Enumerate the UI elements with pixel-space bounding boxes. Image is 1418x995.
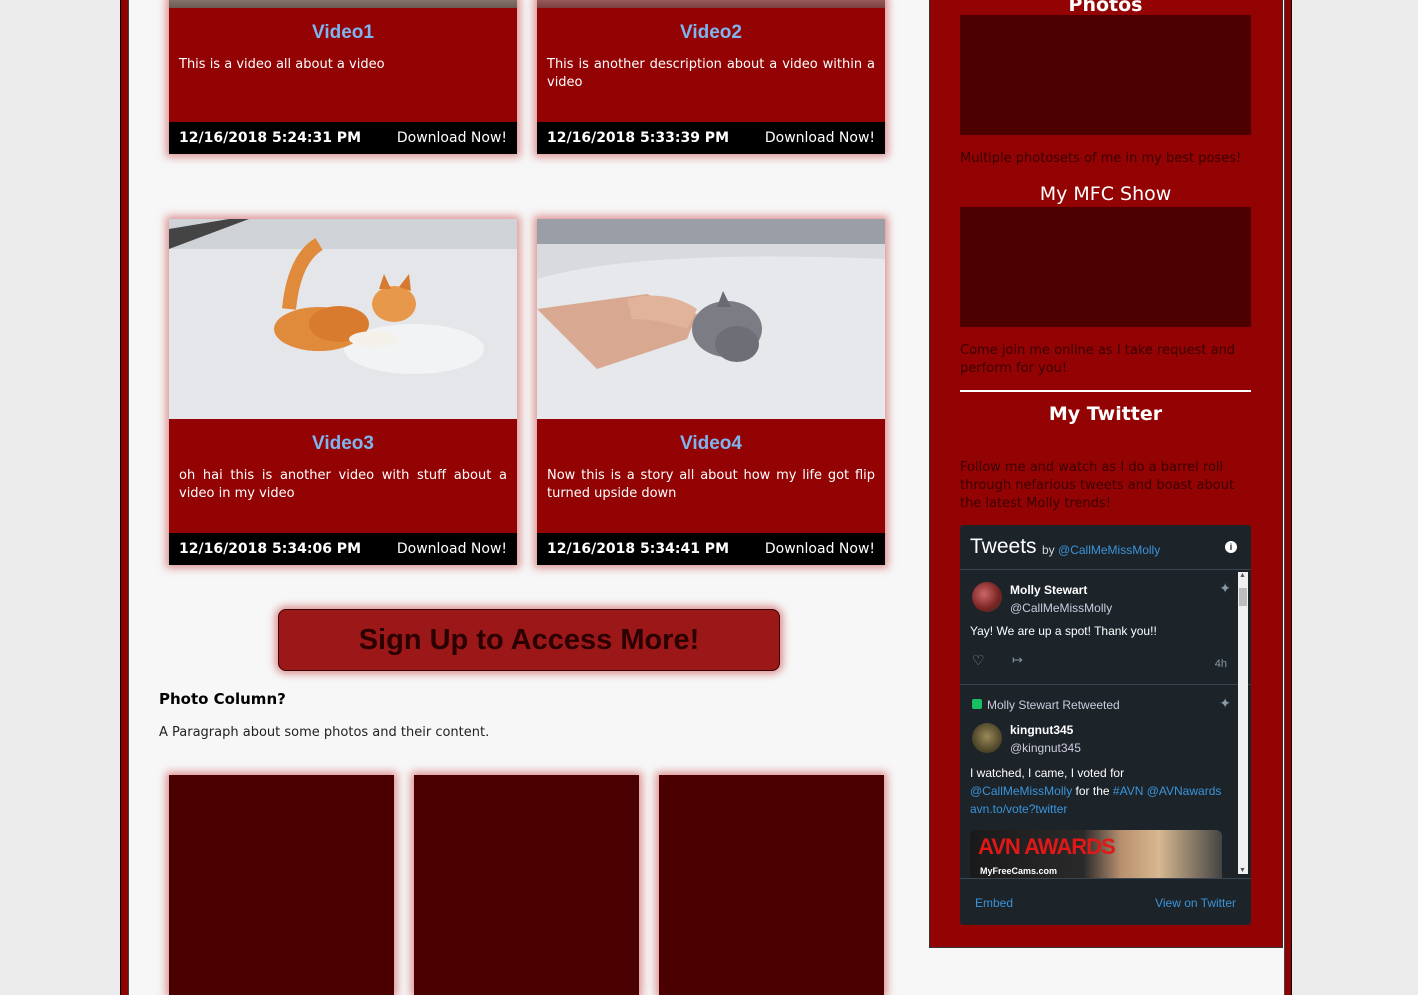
- video-description: This is a video all about a video: [179, 57, 385, 72]
- photo-section-heading: Photo Column?: [159, 690, 286, 708]
- twitter-bird-icon[interactable]: ✦: [1219, 695, 1231, 712]
- cat-in-snow-image: [169, 219, 517, 419]
- mention-link[interactable]: @CallMeMissMolly: [970, 784, 1072, 798]
- timeline-scrollbar[interactable]: ▲ ▼: [1238, 572, 1248, 874]
- download-link[interactable]: Download Now!: [765, 541, 875, 557]
- photo-thumbnail[interactable]: [659, 775, 884, 995]
- embed-link[interactable]: Embed: [975, 896, 1013, 910]
- video-card: Video4 Now this is a story all about how…: [537, 219, 885, 565]
- by-label: by: [1042, 543, 1055, 557]
- mfc-show-preview[interactable]: [960, 207, 1251, 327]
- video-card: Video1 This is a video all about a video…: [169, 0, 517, 154]
- photo-thumbnail[interactable]: [414, 775, 639, 995]
- tweet-media-image[interactable]: AVN AWARDS MyFreeCams.com: [970, 830, 1222, 878]
- download-link[interactable]: Download Now!: [397, 130, 507, 146]
- share-icon[interactable]: ↦: [1012, 652, 1023, 668]
- video-description: This is another description about a vide…: [547, 57, 875, 90]
- tweet-author-name[interactable]: kingnut345: [1010, 723, 1081, 737]
- media-sub-text: MyFreeCams.com: [980, 866, 1058, 876]
- video-thumbnail[interactable]: [537, 0, 885, 8]
- info-icon[interactable]: i: [1225, 541, 1237, 553]
- tweet-author-name[interactable]: Molly Stewart: [1010, 583, 1112, 597]
- hashtag-link[interactable]: #AVN: [1113, 784, 1143, 798]
- tweet-time[interactable]: 4h: [1215, 658, 1227, 670]
- tweet[interactable]: Molly Stewart Retweeted ✦ kingnut345 @ki…: [960, 685, 1251, 878]
- video-card: Video3 oh hai this is another video with…: [169, 219, 517, 565]
- retweet-icon: [972, 699, 982, 709]
- video-date: 12/16/2018 5:34:41 PM: [547, 541, 729, 557]
- video-card: Video2 This is another description about…: [537, 0, 885, 154]
- retweet-label[interactable]: Molly Stewart Retweeted: [987, 698, 1120, 712]
- avatar[interactable]: [972, 723, 1002, 753]
- like-heart-icon[interactable]: ♡: [972, 652, 985, 669]
- tweet-text-part: for the: [1075, 784, 1110, 798]
- timeline-handle-link[interactable]: @CallMeMissMolly: [1058, 543, 1160, 557]
- photos-text: Multiple photosets of me in my best pose…: [960, 151, 1242, 166]
- avatar[interactable]: [972, 582, 1002, 612]
- tweet-text: I watched, I came, I voted for @CallMeMi…: [970, 764, 1225, 818]
- video-title[interactable]: Video2: [537, 8, 885, 46]
- photo-section-paragraph: A Paragraph about some photos and their …: [159, 725, 490, 740]
- video-title[interactable]: Video1: [169, 8, 517, 46]
- video-thumbnail[interactable]: [169, 0, 517, 8]
- video-thumbnail[interactable]: [537, 219, 885, 419]
- url-link[interactable]: avn.to/vote?twitter: [970, 802, 1067, 816]
- video-description: oh hai this is another video with stuff …: [179, 468, 507, 501]
- tweet-author-handle[interactable]: @kingnut345: [1010, 741, 1081, 755]
- mention-link[interactable]: @AVNawards: [1147, 784, 1222, 798]
- media-logo-text: AVN AWARDS: [978, 834, 1116, 859]
- kitten-on-blanket-image: [537, 219, 885, 419]
- twitter-timeline-widget: Tweets by @CallMeMissMolly i ✦ Molly Ste…: [960, 525, 1251, 925]
- sidebar-divider: [960, 390, 1251, 392]
- photos-preview[interactable]: [960, 15, 1251, 135]
- video-thumbnail[interactable]: [169, 219, 517, 419]
- video-date: 12/16/2018 5:34:06 PM: [179, 541, 361, 557]
- sign-up-button[interactable]: Sign Up to Access More!: [278, 609, 780, 671]
- tweet-text-part: I watched, I came, I voted for: [970, 766, 1125, 780]
- twitter-text: Follow me and watch as I do a barrel rol…: [960, 460, 1235, 511]
- video-title[interactable]: Video4: [537, 419, 885, 457]
- timeline-scroll-area[interactable]: ✦ Molly Stewart @CallMeMissMolly Yay! We…: [960, 570, 1251, 878]
- tweet[interactable]: ✦ Molly Stewart @CallMeMissMolly Yay! We…: [960, 570, 1251, 685]
- download-link[interactable]: Download Now!: [765, 130, 875, 146]
- view-on-twitter-link[interactable]: View on Twitter: [1155, 896, 1236, 910]
- mfc-show-text: Come join me online as I take request an…: [960, 343, 1236, 376]
- video-date: 12/16/2018 5:33:39 PM: [547, 130, 729, 146]
- twitter-title: My Twitter: [1048, 403, 1163, 425]
- download-link[interactable]: Download Now!: [397, 541, 507, 557]
- video-description: Now this is a story all about how my lif…: [547, 468, 875, 501]
- tweet-text: Yay! We are up a spot! Thank you!!: [970, 624, 1157, 638]
- mfc-show-title: My MFC Show: [1039, 183, 1172, 205]
- tweet-author-handle[interactable]: @CallMeMissMolly: [1010, 601, 1112, 615]
- tweets-heading: Tweets: [970, 535, 1037, 558]
- photos-title: Photos: [1068, 0, 1143, 16]
- photo-thumbnail[interactable]: [169, 775, 394, 995]
- video-date: 12/16/2018 5:24:31 PM: [179, 130, 361, 146]
- video-title[interactable]: Video3: [169, 419, 517, 457]
- twitter-bird-icon[interactable]: ✦: [1219, 580, 1231, 597]
